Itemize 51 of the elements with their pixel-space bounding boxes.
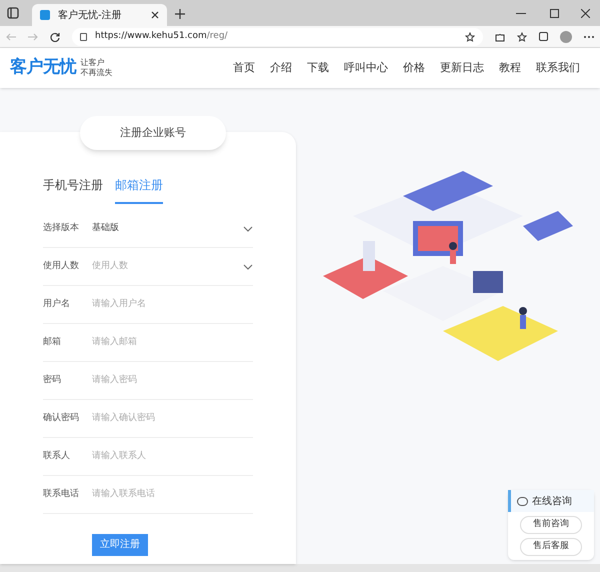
address-bar[interactable]: https://www.kehu51.com/reg/ — [72, 28, 483, 46]
field-label: 确认密码 — [43, 412, 80, 425]
site-favicon-icon — [40, 10, 50, 20]
form-title: 注册企业账号 — [80, 116, 226, 150]
nav-link[interactable]: 价格 — [403, 60, 425, 76]
maximize-icon[interactable] — [550, 9, 559, 18]
input-field[interactable]: 请输入密码 — [92, 374, 253, 388]
star-plus-icon[interactable] — [465, 32, 475, 42]
field-label: 联系人 — [43, 450, 71, 463]
url-text: https://www.kehu51.com/reg/ — [95, 30, 229, 43]
nav-link[interactable]: 首页 — [233, 60, 255, 76]
field-label: 用户名 — [43, 298, 71, 311]
input-field[interactable]: 请输入联系人 — [92, 450, 253, 464]
chevron-down-icon[interactable] — [243, 264, 253, 270]
chevron-down-icon[interactable] — [243, 226, 253, 232]
collections-icon[interactable] — [539, 32, 548, 41]
input-field[interactable]: 请输入邮箱 — [92, 336, 253, 350]
input-field[interactable]: 请输入用户名 — [92, 298, 253, 312]
tab-actions-icon[interactable] — [7, 7, 19, 19]
slogan-text: 让客户 — [80, 58, 106, 68]
close-window-icon[interactable] — [581, 9, 590, 18]
nav-link[interactable]: 介绍 — [270, 60, 292, 76]
select-field[interactable]: 使用人数 — [92, 260, 243, 274]
favorites-icon[interactable] — [517, 32, 527, 42]
profile-avatar-icon[interactable] — [560, 30, 572, 42]
chat-bubble-icon — [517, 496, 528, 506]
chat-option-button[interactable]: 售前咨询 — [520, 516, 582, 534]
field-label: 使用人数 — [43, 260, 80, 273]
nav-link[interactable]: 呼叫中心 — [344, 60, 388, 76]
field-label: 邮箱 — [43, 336, 62, 349]
site-logo[interactable]: 客户无忧 — [10, 55, 76, 81]
new-tab-icon[interactable] — [175, 9, 185, 19]
close-icon[interactable] — [151, 11, 159, 19]
nav-link[interactable]: 联系我们 — [536, 60, 580, 76]
slogan-text: 不再流失 — [80, 68, 112, 78]
chat-option-button[interactable]: 售后客服 — [520, 538, 582, 556]
field-label: 选择版本 — [43, 222, 80, 235]
browser-tab[interactable]: 客户无忧-注册 — [32, 4, 167, 26]
horizontal-scrollbar[interactable] — [0, 564, 600, 572]
register-tab[interactable]: 手机号注册 — [43, 174, 103, 204]
chat-title: 在线咨询 — [532, 494, 572, 508]
input-field[interactable]: 请输入联系电话 — [92, 488, 253, 502]
nav-link[interactable]: 更新日志 — [440, 60, 484, 76]
nav-link[interactable]: 教程 — [499, 60, 521, 76]
field-label: 密码 — [43, 374, 62, 387]
nav-link[interactable]: 下载 — [307, 60, 329, 76]
field-label: 联系电话 — [43, 488, 80, 501]
input-field[interactable]: 请输入确认密码 — [92, 412, 253, 426]
tab-title: 客户无忧-注册 — [58, 8, 123, 22]
select-field[interactable]: 基础版 — [92, 222, 243, 236]
refresh-icon[interactable] — [50, 32, 60, 42]
